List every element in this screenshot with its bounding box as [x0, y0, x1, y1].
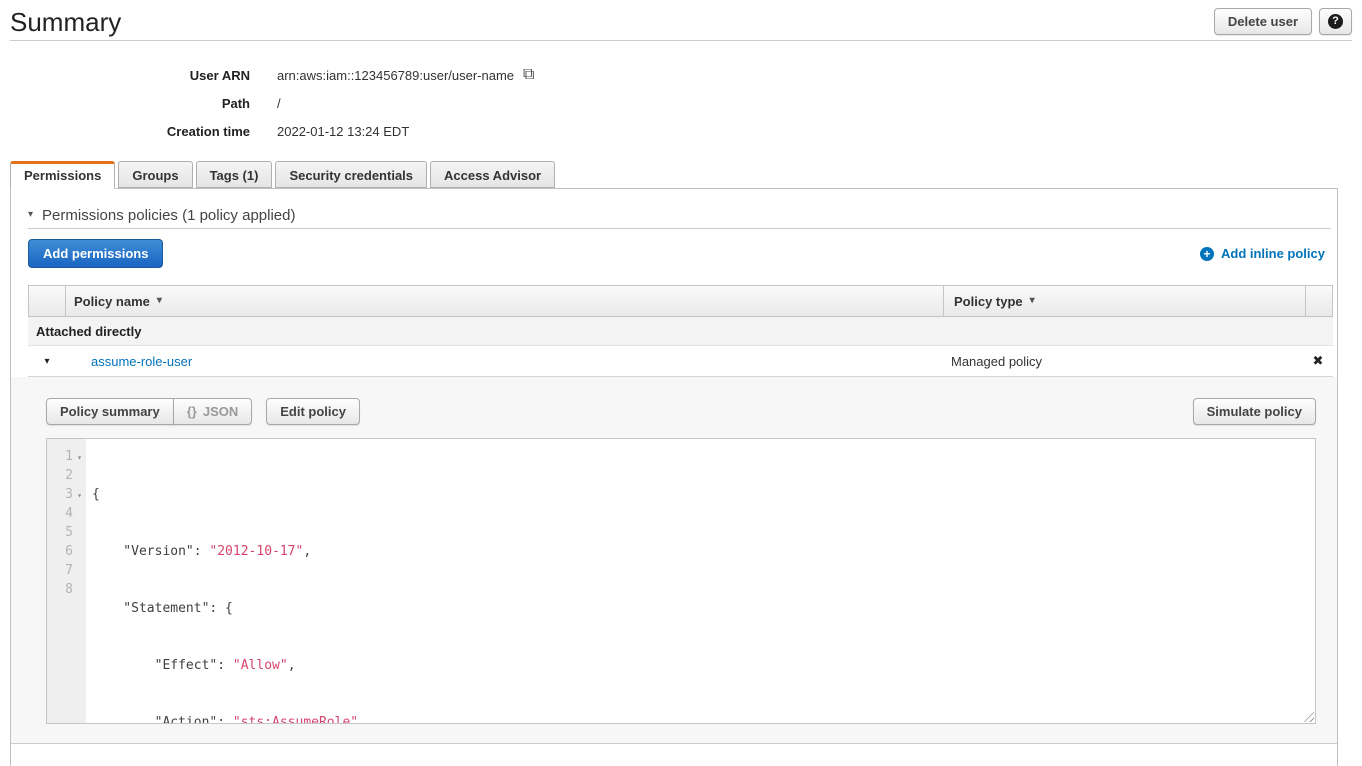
- page-header: Summary Delete user ?: [10, 0, 1352, 41]
- line-number: 4: [65, 506, 73, 521]
- editor-code-area[interactable]: { "Version": "2012-10-17", "Statement": …: [86, 439, 1315, 723]
- code-line: "Action": "sts:AssumeRole",: [92, 713, 1315, 723]
- policy-actions-row: Add permissions + Add inline policy: [28, 240, 1325, 267]
- fold-caret-icon[interactable]: ▾: [74, 448, 85, 467]
- tab-tags[interactable]: Tags (1): [196, 161, 273, 188]
- policy-json-editor: 1▾ 2 3▾ 4 5 6 7 8 { "Version": "2012-10-…: [46, 438, 1316, 724]
- user-arn-label: User ARN: [0, 68, 250, 83]
- expander-column-header: [29, 286, 66, 316]
- permissions-policies-section-toggle[interactable]: ▾ Permissions policies (1 policy applied…: [11, 189, 1337, 228]
- tab-access-advisor[interactable]: Access Advisor: [430, 161, 555, 188]
- code-line: "Effect": "Allow",: [92, 656, 1315, 675]
- tab-bar: Permissions Groups Tags (1) Security cre…: [10, 161, 1362, 188]
- policy-name-column-header[interactable]: Policy name ▾: [66, 286, 943, 316]
- json-button-label: JSON: [203, 404, 238, 419]
- edit-policy-button[interactable]: Edit policy: [266, 398, 360, 425]
- line-number: 8: [65, 582, 73, 597]
- copy-arn-icon[interactable]: ⧉: [523, 67, 534, 83]
- delete-user-button[interactable]: Delete user: [1214, 8, 1312, 35]
- attached-directly-group-row: Attached directly: [28, 317, 1333, 346]
- policy-name-link[interactable]: assume-role-user: [91, 354, 192, 369]
- tab-permissions[interactable]: Permissions: [10, 161, 115, 189]
- policy-table-row: ▾ assume-role-user Managed policy ✖: [28, 346, 1333, 377]
- collapse-caret-icon: ▾: [28, 210, 33, 220]
- add-inline-policy-link[interactable]: + Add inline policy: [1200, 246, 1325, 261]
- braces-icon: {}: [187, 404, 197, 419]
- code-line: "Statement": {: [92, 599, 1315, 618]
- policy-detail-expanded: Policy summary {} JSON Edit policy Simul…: [11, 377, 1337, 744]
- detach-policy-icon[interactable]: ✖: [1313, 353, 1324, 368]
- add-inline-policy-label: Add inline policy: [1221, 246, 1325, 261]
- creation-time-label: Creation time: [0, 124, 250, 139]
- line-number: 2: [65, 468, 73, 483]
- user-details: User ARN arn:aws:iam::123456789:user/use…: [0, 61, 1362, 145]
- help-icon: ?: [1328, 14, 1343, 29]
- policy-type-header-label: Policy type: [954, 294, 1023, 309]
- detail-row-user-arn: User ARN arn:aws:iam::123456789:user/use…: [0, 61, 1362, 89]
- detail-row-path: Path /: [0, 89, 1362, 117]
- actions-column-header: [1305, 286, 1332, 316]
- json-view-button[interactable]: {} JSON: [173, 398, 253, 425]
- header-actions: Delete user ?: [1214, 8, 1352, 35]
- user-arn-value: arn:aws:iam::123456789:user/user-name: [277, 68, 514, 83]
- plus-icon: +: [1200, 247, 1214, 261]
- view-toggle-group: Policy summary {} JSON: [46, 398, 252, 425]
- simulate-policy-button[interactable]: Simulate policy: [1193, 398, 1316, 425]
- code-line: "Version": "2012-10-17",: [92, 542, 1315, 561]
- tab-security-credentials[interactable]: Security credentials: [275, 161, 427, 188]
- path-label: Path: [0, 96, 250, 111]
- policies-table: Policy name ▾ Policy type ▾ Attached dir…: [28, 285, 1333, 377]
- tab-groups[interactable]: Groups: [118, 161, 192, 188]
- line-number: 1: [65, 449, 73, 464]
- editor-gutter: 1▾ 2 3▾ 4 5 6 7 8: [47, 439, 86, 723]
- policies-table-header: Policy name ▾ Policy type ▾: [28, 285, 1333, 317]
- add-permissions-button[interactable]: Add permissions: [28, 239, 163, 268]
- sort-caret-icon: ▾: [157, 296, 162, 306]
- permissions-tab-panel: ▾ Permissions policies (1 policy applied…: [10, 188, 1338, 766]
- fold-caret-icon[interactable]: ▾: [74, 486, 85, 505]
- policy-name-header-label: Policy name: [74, 294, 150, 309]
- policy-type-column-header[interactable]: Policy type ▾: [943, 286, 1305, 316]
- sort-caret-icon: ▾: [1030, 296, 1035, 306]
- line-number: 3: [65, 487, 73, 502]
- line-number: 6: [65, 544, 73, 559]
- section-divider: [28, 228, 1331, 229]
- line-number: 5: [65, 525, 73, 540]
- line-number: 7: [65, 563, 73, 578]
- creation-time-value: 2022-01-12 13:24 EDT: [277, 124, 409, 139]
- page-title: Summary: [10, 7, 121, 38]
- policy-type-cell: Managed policy: [941, 354, 1303, 369]
- detail-row-creation-time: Creation time 2022-01-12 13:24 EDT: [0, 117, 1362, 145]
- permissions-policies-heading: Permissions policies (1 policy applied): [42, 207, 295, 224]
- row-expander-caret-icon[interactable]: ▾: [28, 356, 66, 367]
- path-value: /: [277, 96, 281, 111]
- code-line: {: [92, 485, 1315, 504]
- group-row-label: Attached directly: [36, 324, 141, 339]
- help-button[interactable]: ?: [1319, 8, 1352, 35]
- policy-summary-button[interactable]: Policy summary: [46, 398, 174, 425]
- policy-detail-actions: Policy summary {} JSON Edit policy Simul…: [46, 398, 1316, 425]
